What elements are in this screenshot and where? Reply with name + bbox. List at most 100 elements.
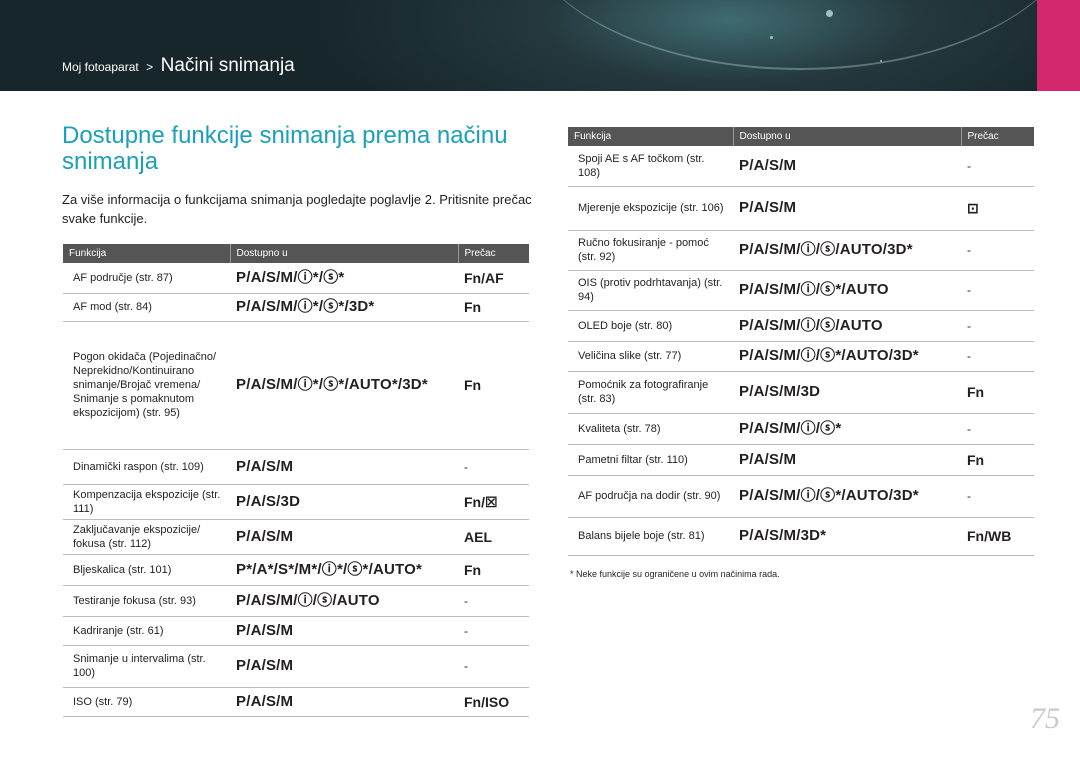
intro-text: Za više informacija o funkcijama snimanj… bbox=[62, 192, 532, 226]
available-modes-cell: P/A/S/M bbox=[733, 146, 961, 187]
table-row: OLED boje (str. 80) P/A/S/M/ⓘ/ⓢ/AUTO - bbox=[568, 310, 1034, 342]
table-row: AF područja na dodir (str. 90) P/A/S/M/ⓘ/… bbox=[568, 475, 1034, 518]
shortcut-cell: Fn bbox=[961, 371, 1034, 414]
shortcut-cell: Fn/WB bbox=[961, 517, 1034, 556]
functions-table-right: Funkcija Dostupno u Prečac Spoji AE s AF… bbox=[568, 127, 1034, 556]
shortcut-cell: - bbox=[961, 270, 1034, 311]
table-row: Testiranje fokusa (str. 93) P/A/S/M/ⓘ/ⓢ/A… bbox=[63, 585, 529, 617]
function-cell: Kompenzacija ekspozicije (str. 111) bbox=[63, 484, 230, 520]
col-header-shortcut: Prečac bbox=[960, 127, 1034, 146]
chapter-tab[interactable] bbox=[1037, 0, 1080, 91]
available-modes-cell: P/A/S/M bbox=[230, 449, 458, 485]
col-header-shortcut: Prečac bbox=[457, 244, 529, 263]
table-row: Mjerenje ekspozicije (str. 106) P/A/S/M ⊡ bbox=[568, 186, 1034, 231]
page-number: 75 bbox=[1030, 702, 1060, 735]
available-modes-cell: P/A/S/M/ⓘ/ⓢ* bbox=[733, 413, 961, 445]
table-row: Kompenzacija ekspozicije (str. 111) P/A/S… bbox=[63, 484, 529, 520]
function-cell: ISO (str. 79) bbox=[63, 687, 230, 717]
available-modes-cell: P/A/S/M bbox=[733, 444, 961, 476]
function-cell: AF područje (str. 87) bbox=[63, 263, 230, 294]
function-cell: Ručno fokusiranje - pomoć (str. 92) bbox=[568, 230, 733, 271]
available-modes-cell: P/A/S/M bbox=[230, 645, 458, 688]
available-modes-cell: P/A/S/M/ⓘ/ⓢ/AUTO bbox=[733, 310, 961, 342]
available-modes-cell: P/A/S/M/ⓘ/ⓢ*/AUTO/3D* bbox=[733, 341, 961, 372]
function-cell: OIS (protiv podrhtavanja) (str. 94) bbox=[568, 270, 733, 311]
col-header-available: Dostupno u bbox=[229, 244, 458, 263]
table-row: Snimanje u intervalima (str. 100) P/A/S/M… bbox=[63, 645, 529, 688]
function-cell: Snimanje u intervalima (str. 100) bbox=[63, 645, 230, 688]
table-row: Balans bijele boje (str. 81) P/A/S/M/3D* F… bbox=[568, 517, 1034, 556]
available-modes-cell: P/A/S/M bbox=[733, 186, 961, 231]
shortcut-cell: Fn bbox=[458, 321, 529, 450]
table-body-left: AF područje (str. 87) P/A/S/M/ⓘ*/ⓢ* Fn/AF A… bbox=[63, 263, 529, 717]
functions-table-left: Funkcija Dostupno u Prečac AF područje (… bbox=[63, 244, 529, 717]
col-header-available: Dostupno u bbox=[732, 127, 961, 146]
shortcut-cell: - bbox=[961, 413, 1034, 445]
table-row: Pametni filtar (str. 110) P/A/S/M Fn bbox=[568, 444, 1034, 476]
table-row: Pomoćnik za fotografiranje (str. 83) P/A/… bbox=[568, 371, 1034, 414]
available-modes-cell: P*/A*/S*/M*/ⓘ*/ⓢ*/AUTO* bbox=[230, 554, 458, 586]
decorative-dot bbox=[880, 60, 882, 62]
table-row: AF mod (str. 84) P/A/S/M/ⓘ*/ⓢ*/3D* Fn bbox=[63, 293, 529, 322]
page-title: Dostupne funkcije snimanja prema načinu … bbox=[62, 122, 508, 175]
decorative-arc bbox=[520, 0, 1080, 70]
footnote: * Neke funkcije su ograničene u ovim nač… bbox=[570, 569, 780, 579]
shortcut-cell: Fn bbox=[458, 293, 529, 322]
function-cell: Balans bijele boje (str. 81) bbox=[568, 517, 733, 556]
available-modes-cell: P/A/S/M/ⓘ*/ⓢ* bbox=[230, 263, 458, 294]
shortcut-cell: ⊡ bbox=[961, 186, 1034, 231]
decorative-dot bbox=[770, 36, 773, 39]
function-cell: OLED boje (str. 80) bbox=[568, 310, 733, 342]
shortcut-cell: - bbox=[961, 341, 1034, 372]
function-cell: Dinamički raspon (str. 109) bbox=[63, 449, 230, 485]
table-row: Bljeskalica (str. 101) P*/A*/S*/M*/ⓘ*/ⓢ*/… bbox=[63, 554, 529, 586]
function-cell: Veličina slike (str. 77) bbox=[568, 341, 733, 372]
available-modes-cell: P/A/S/M/ⓘ/ⓢ/AUTO/3D* bbox=[733, 230, 961, 271]
table-row: Kadriranje (str. 61) P/A/S/M - bbox=[63, 616, 529, 646]
function-cell: Bljeskalica (str. 101) bbox=[63, 554, 230, 586]
function-cell: Pogon okidača (Pojedinačno/ Neprekidno/K… bbox=[63, 321, 230, 450]
shortcut-cell: Fn/ISO bbox=[458, 687, 529, 717]
table-row: OIS (protiv podrhtavanja) (str. 94) P/A/S… bbox=[568, 270, 1034, 311]
function-cell: Spoji AE s AF točkom (str. 108) bbox=[568, 146, 733, 187]
shortcut-cell: - bbox=[458, 645, 529, 688]
shortcut-cell: AEL bbox=[458, 519, 529, 555]
function-cell: AF mod (str. 84) bbox=[63, 293, 230, 322]
shortcut-cell: - bbox=[458, 585, 529, 617]
available-modes-cell: P/A/S/M/ⓘ/ⓢ*/AUTO bbox=[733, 270, 961, 311]
table-row: Dinamički raspon (str. 109) P/A/S/M - bbox=[63, 449, 529, 485]
available-modes-cell: P/A/S/M/ⓘ*/ⓢ*/3D* bbox=[230, 293, 458, 322]
shortcut-cell: - bbox=[961, 475, 1034, 518]
breadcrumb: Moj fotoaparat > Načini snimanja bbox=[62, 55, 295, 77]
shortcut-cell: - bbox=[961, 310, 1034, 342]
function-cell: Mjerenje ekspozicije (str. 106) bbox=[568, 186, 733, 231]
available-modes-cell: P/A/S/M/ⓘ/ⓢ/AUTO bbox=[230, 585, 458, 617]
table-body-right: Spoji AE s AF točkom (str. 108) P/A/S/M - M… bbox=[568, 146, 1034, 556]
available-modes-cell: P/A/S/M/ⓘ*/ⓢ*/AUTO*/3D* bbox=[230, 321, 458, 450]
shortcut-cell: Fn bbox=[961, 444, 1034, 476]
table-row: Veličina slike (str. 77) P/A/S/M/ⓘ/ⓢ*/AUT… bbox=[568, 341, 1034, 372]
table-row: Spoji AE s AF točkom (str. 108) P/A/S/M - bbox=[568, 146, 1034, 187]
function-cell: Pomoćnik za fotografiranje (str. 83) bbox=[568, 371, 733, 414]
shortcut-cell: - bbox=[458, 449, 529, 485]
available-modes-cell: P/A/S/3D bbox=[230, 484, 458, 520]
table-row: AF područje (str. 87) P/A/S/M/ⓘ*/ⓢ* Fn/AF bbox=[63, 263, 529, 294]
table-row: Ručno fokusiranje - pomoć (str. 92) P/A/S… bbox=[568, 230, 1034, 271]
breadcrumb-separator: > bbox=[146, 60, 154, 74]
table-row: Kvaliteta (str. 78) P/A/S/M/ⓘ/ⓢ* - bbox=[568, 413, 1034, 445]
function-cell: Testiranje fokusa (str. 93) bbox=[63, 585, 230, 617]
function-cell: Zaključavanje ekspozicije/ fokusa (str. … bbox=[63, 519, 230, 555]
table-row: Zaključavanje ekspozicije/ fokusa (str. … bbox=[63, 519, 529, 555]
page-header: Moj fotoaparat > Načini snimanja bbox=[0, 0, 1080, 91]
shortcut-cell: Fn/☒ bbox=[458, 484, 529, 520]
shortcut-cell: Fn/AF bbox=[458, 263, 529, 294]
function-cell: AF područja na dodir (str. 90) bbox=[568, 475, 733, 518]
shortcut-cell: Fn bbox=[458, 554, 529, 586]
available-modes-cell: P/A/S/M/ⓘ/ⓢ*/AUTO/3D* bbox=[733, 475, 961, 518]
col-header-function: Funkcija bbox=[63, 244, 230, 263]
col-header-function: Funkcija bbox=[568, 127, 733, 146]
breadcrumb-parent[interactable]: Moj fotoaparat bbox=[62, 60, 139, 74]
available-modes-cell: P/A/S/M bbox=[230, 519, 458, 555]
breadcrumb-current: Načini snimanja bbox=[160, 55, 295, 76]
table-row: ISO (str. 79) P/A/S/M Fn/ISO bbox=[63, 687, 529, 717]
